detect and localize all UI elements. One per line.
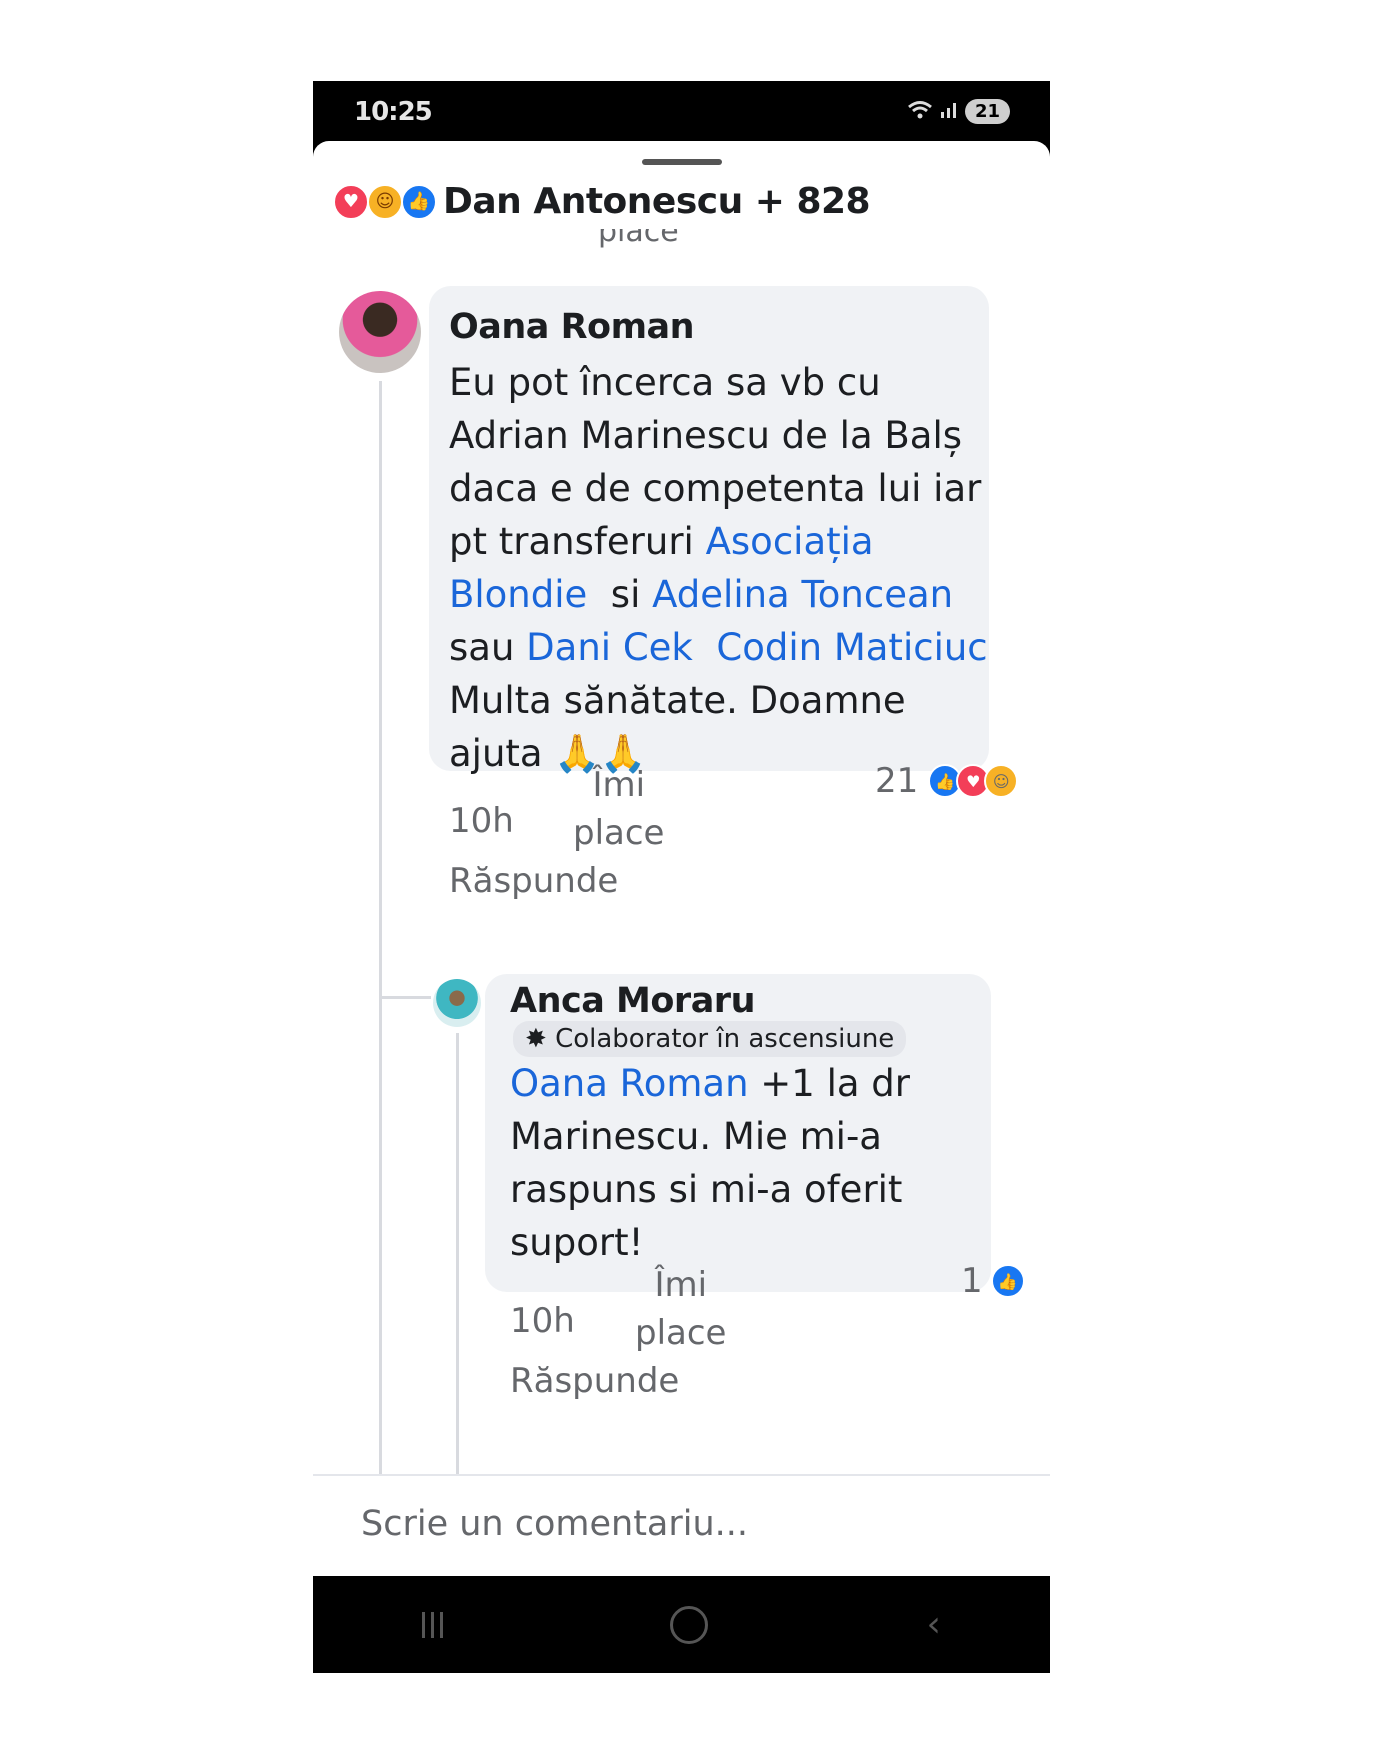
comment-line: Marinescu. Mie mi-a [510,1110,910,1163]
like-link[interactable]: Îmi place [573,761,664,857]
comment-line: Eu pot încerca sa vb cu [449,356,988,409]
status-bar: 10:25 21 [313,81,1050,141]
comment-time: 10h [510,1301,575,1341]
mention-link[interactable]: Blondie [449,573,587,616]
like-label: place [635,1313,727,1353]
comment-input-placeholder: Scrie un comentariu... [361,1504,749,1544]
avatar[interactable] [339,291,421,373]
back-button[interactable]: ‹ [926,1604,940,1645]
like-reaction-icon: 👍 [990,1264,1025,1298]
thread-connector [379,996,431,999]
like-link[interactable]: Îmi place [635,1261,726,1357]
like-reaction-icon: 👍 [401,183,437,220]
comment-input[interactable]: Scrie un comentariu... [343,1494,1023,1556]
reply-link[interactable]: Răspunde [449,861,618,901]
mention-link[interactable]: Oana Roman [510,1062,749,1105]
mention-link[interactable]: Codin Maticiuc [716,626,987,669]
reaction-count-number: 21 [875,761,919,801]
comment-line: raspuns si mi-a oferit [510,1163,910,1216]
reactions-summary[interactable]: ♥ ☺ 👍 Dan Antonescu + 828 [333,181,871,222]
comment-text-segment: pt transferuri [449,520,706,563]
haha-reaction-icon: ☺ [984,764,1019,798]
composer-divider [313,1474,1050,1476]
mention-link[interactable]: Asociația [706,520,874,563]
comment-text-segment: Eu pot încerca sa vb cu [449,361,881,404]
comments-sheet: ♥ ☺ 👍 Dan Antonescu + 828 place Oana Rom… [313,141,1050,1576]
comment-text: Oana Roman +1 la dr Marinescu. Mie mi-a ra… [510,1057,910,1269]
mention-link[interactable]: Dani Cek [526,626,693,669]
avatar[interactable] [433,979,481,1027]
reaction-count[interactable]: 1 👍 [961,1261,1025,1301]
comment-line: daca e de competenta lui iar [449,462,988,515]
comment-author[interactable]: Anca Moraru [510,981,756,1021]
reactors-title: Dan Antonescu + 828 [443,181,871,222]
previous-comment-fragment: place [598,229,679,249]
like-label: Îmi [654,1265,708,1305]
comment-line: sau Dani Cek Codin Maticiuc [449,621,988,674]
battery-icon: 21 [964,99,1010,124]
reaction-count[interactable]: 21 👍 ♥ ☺ [875,761,1019,801]
star-icon: ✸ [525,1024,547,1054]
mention-link[interactable]: Adelina Toncean [652,573,953,616]
comment-time: 10h [449,801,514,841]
home-button[interactable] [670,1605,709,1644]
thread-line [456,1033,459,1474]
reaction-count-number: 1 [961,1261,983,1301]
reaction-icons: ♥ ☺ 👍 [333,183,437,220]
comment-text-segment: si [587,573,653,616]
comment-line: pt transferuri Asociația [449,515,988,568]
comment-line: Oana Roman +1 la dr [510,1057,910,1110]
comment-text: Eu pot încerca sa vb cu Adrian Marinescu … [449,356,988,780]
signal-icon [939,100,959,124]
comment-text-segment: Multa sănătate. Doamne [449,679,906,722]
haha-reaction-icon: ☺ [367,183,403,220]
comment-text-segment: daca e de competenta lui iar [449,467,982,510]
recent-apps-button[interactable] [422,1611,452,1638]
comment-line: Adrian Marinescu de la Balș [449,409,988,462]
thread-line [379,381,382,1474]
comment-author[interactable]: Oana Roman [449,307,695,347]
system-nav-bar: ‹ [313,1576,1050,1673]
comment-text-segment: sau [449,626,527,669]
reply-link[interactable]: Răspunde [510,1361,679,1401]
comment-text-segment: suport! [510,1221,644,1264]
comment-text-segment: +1 la dr [748,1062,911,1105]
comment-text-segment: Marinescu. Mie mi-a [510,1115,882,1158]
comment-text-segment: raspuns si mi-a oferit [510,1168,903,1211]
love-reaction-icon: ♥ [333,183,369,220]
drag-handle[interactable] [642,159,722,165]
status-icons: 21 [907,99,1010,124]
wifi-icon [907,100,933,124]
status-time: 10:25 [354,97,433,127]
comment-line: Blondie si Adelina Toncean [449,568,988,621]
comment-text-segment: Adrian Marinescu de la Balș [449,414,962,457]
phone-frame: 10:25 21 ♥ ☺ 👍 Dan Antonescu + 828 place [313,81,1050,1673]
comment-line: Multa sănătate. Doamne [449,674,988,727]
badge-label: Colaborator în ascensiune [555,1024,895,1054]
like-label: place [573,813,665,853]
like-label: Îmi [592,765,646,805]
comment-text-segment [693,626,717,669]
contributor-badge: ✸ Colaborator în ascensiune [513,1021,907,1057]
